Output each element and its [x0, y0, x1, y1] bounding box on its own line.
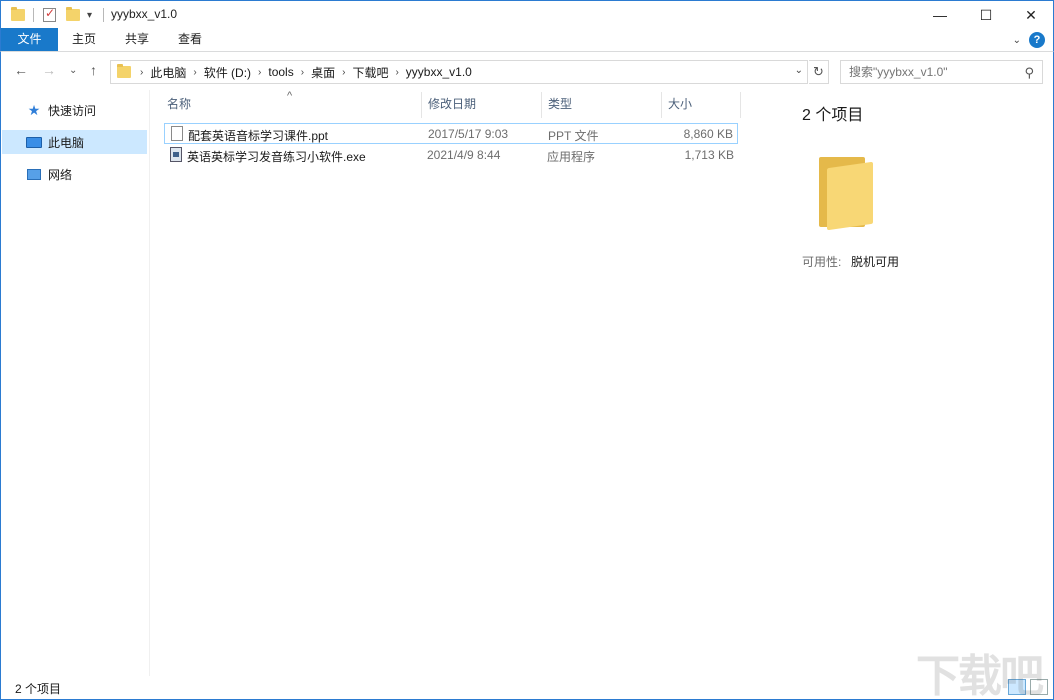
details-pane: 2 个项目 可用性: 脱机可用 [778, 90, 1054, 676]
expand-ribbon-icon[interactable]: ⌄ [1013, 35, 1021, 46]
tab-view[interactable]: 查看 [169, 28, 211, 51]
availability-label: 可用性: [802, 255, 842, 269]
file-size: 1,713 KB [684, 148, 734, 162]
breadcrumb-tools[interactable]: tools [268, 65, 293, 79]
address-bar[interactable]: › 此电脑 › 软件 (D:) › tools › 桌面 › 下载吧 › yyy… [110, 60, 808, 84]
up-arrow-icon[interactable]: ↑ [90, 62, 97, 78]
chevron-right-icon[interactable]: › [301, 67, 304, 78]
new-folder-icon[interactable] [66, 6, 80, 24]
file-date: 2017/5/17 9:03 [428, 127, 509, 141]
close-button[interactable]: ✕ [1008, 1, 1054, 29]
column-header-name[interactable]: 名称 [161, 90, 421, 118]
network-icon [26, 167, 42, 181]
file-row[interactable]: 英语英标学习发音练习小软件.exe 2021/4/9 8:44 应用程序 1,7… [164, 145, 738, 166]
separator [33, 6, 34, 24]
breadcrumb-this-pc[interactable]: 此电脑 [150, 64, 186, 81]
tab-home[interactable]: 主页 [63, 28, 105, 51]
computer-icon [26, 135, 42, 149]
ppt-file-icon [171, 126, 183, 141]
address-dropdown-icon[interactable]: ⌄ [795, 65, 803, 76]
sidebar-item-this-pc[interactable]: 此电脑 [2, 130, 147, 154]
file-size: 8,860 KB [683, 127, 733, 141]
chevron-right-icon[interactable]: › [395, 67, 398, 78]
file-type: 应用程序 [547, 150, 596, 164]
column-header-size[interactable]: 大小 [662, 90, 740, 118]
search-input[interactable] [849, 65, 1009, 79]
tab-share[interactable]: 共享 [116, 28, 158, 51]
file-name: 配套英语音标学习课件.ppt [188, 129, 329, 143]
folder-icon [117, 64, 131, 78]
file-type: PPT 文件 [548, 129, 599, 143]
status-text: 2 个项目 [15, 682, 62, 696]
availability-value: 脱机可用 [851, 255, 900, 269]
properties-icon[interactable] [43, 6, 56, 24]
breadcrumb-downloads[interactable]: 下载吧 [352, 64, 388, 81]
separator [103, 6, 104, 24]
help-icon[interactable]: ? [1029, 32, 1045, 48]
file-row[interactable]: 配套英语音标学习课件.ppt 2017/5/17 9:03 PPT 文件 8,8… [164, 123, 738, 144]
column-header-type[interactable]: 类型 [542, 90, 660, 118]
sidebar-item-label: 网络 [48, 167, 73, 182]
back-arrow-icon[interactable]: ← [14, 62, 28, 78]
file-date: 2021/4/9 8:44 [427, 148, 501, 162]
chevron-right-icon[interactable]: › [193, 67, 196, 78]
forward-arrow-icon[interactable]: → [42, 62, 56, 78]
folder-icon [819, 157, 875, 231]
sidebar-item-label: 此电脑 [48, 135, 85, 150]
status-bar: 2 个项目 [0, 676, 1054, 700]
minimize-button[interactable]: — [917, 1, 963, 29]
recent-locations-chevron-icon[interactable]: ⌄ [69, 65, 77, 76]
ribbon-tabs: 文件 主页 共享 查看 ⌄ ? [0, 28, 1054, 52]
file-list: ^ 名称 修改日期 类型 大小 配套英语音标学习课件.ppt 2017/5/17… [150, 90, 778, 676]
sidebar-item-label: 快速访问 [48, 103, 97, 118]
search-icon[interactable]: ⚲ [1024, 65, 1034, 81]
search-box[interactable]: ⚲ [840, 60, 1043, 84]
column-header-date[interactable]: 修改日期 [422, 90, 540, 118]
refresh-icon[interactable]: ↻ [809, 60, 829, 84]
file-name: 英语英标学习发音练习小软件.exe [187, 150, 366, 164]
maximize-button[interactable]: ☐ [963, 1, 1009, 29]
breadcrumb-drive-d[interactable]: 软件 (D:) [204, 64, 251, 81]
tab-file[interactable]: 文件 [1, 28, 58, 51]
chevron-right-icon[interactable]: › [258, 67, 261, 78]
breadcrumb-current-folder[interactable]: yyybxx_v1.0 [406, 65, 472, 79]
quick-access-dropdown-icon[interactable]: ▾ [87, 6, 92, 24]
column-divider[interactable] [740, 92, 741, 118]
window-title: yyybxx_v1.0 [111, 7, 178, 21]
watermark-logo: 下载吧 [916, 651, 1044, 700]
star-icon: ★ [27, 101, 41, 118]
folder-icon [11, 6, 25, 24]
breadcrumb-desktop[interactable]: 桌面 [311, 64, 335, 81]
navigation-bar: ← → ⌄ ↑ › 此电脑 › 软件 (D:) › tools › 桌面 › 下… [0, 52, 1054, 90]
item-count: 2 个项目 [802, 107, 864, 124]
chevron-right-icon[interactable]: › [342, 67, 345, 78]
chevron-right-icon[interactable]: › [140, 67, 143, 78]
title-bar: ▾ yyybxx_v1.0 — ☐ ✕ [0, 0, 1054, 28]
exe-file-icon [170, 147, 182, 162]
sidebar-item-network[interactable]: 网络 [2, 162, 147, 186]
sidebar-item-quick-access[interactable]: ★ 快速访问 [2, 98, 147, 122]
navigation-pane: ★ 快速访问 此电脑 网络 [0, 90, 150, 676]
